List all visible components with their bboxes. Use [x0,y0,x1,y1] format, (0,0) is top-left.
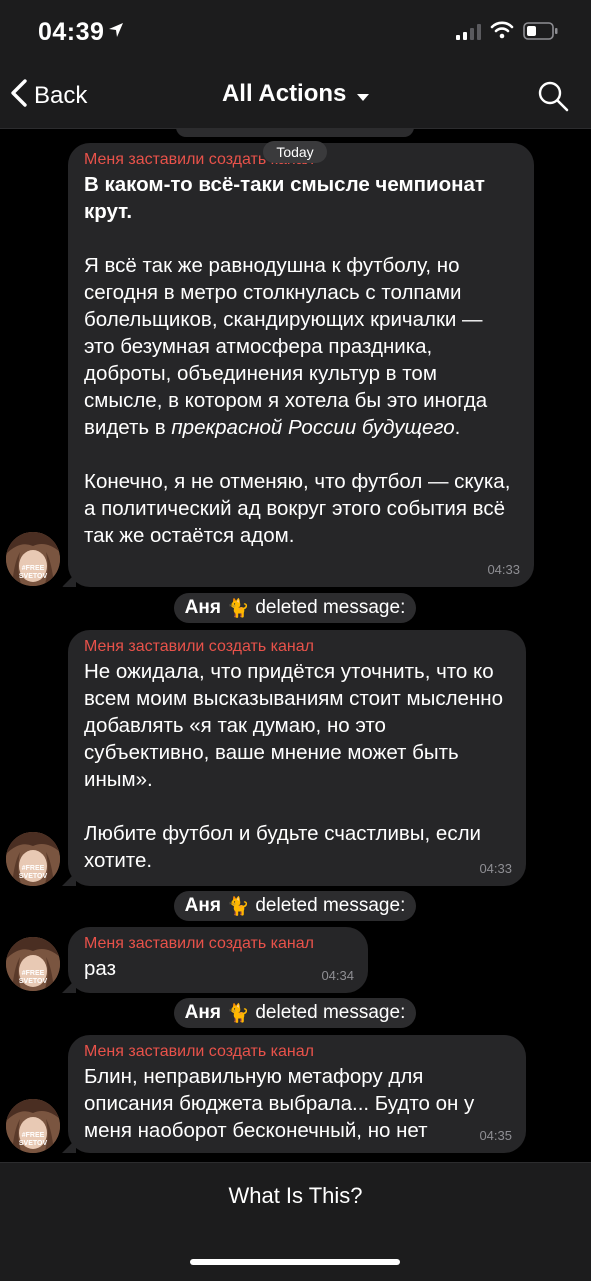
deleted-notice-text: deleted message: [255,1002,406,1023]
deleted-notice-user: Аня [184,597,221,618]
date-badge: Today [263,141,327,163]
home-indicator[interactable] [190,1259,400,1265]
cat-emoji: 🐈 [226,1002,250,1023]
message-italic-text: прекрасной России будущего [171,416,455,439]
nav-title-dropdown[interactable]: All Actions [0,80,591,109]
avatar[interactable]: #FREE SVETOV [6,937,60,991]
message-time: 04:33 [479,861,512,876]
message-bubble[interactable]: Меня заставили создать канал Не ожидала,… [68,630,526,886]
cellular-signal-icon [456,24,482,45]
svg-text:SVETOV: SVETOV [19,1140,48,1147]
battery-icon [523,21,559,46]
message-bold-text: В каком-то всё-таки смысле чемпионат кру… [84,173,491,223]
message-text-part: Я всё так же равнодушна к футболу, но се… [84,254,493,439]
page-title: All Actions [221,80,347,107]
message-bubble[interactable]: Меня заставили создать канал Блин, непра… [68,1035,526,1153]
message-sender: Меня заставили создать канал [84,935,314,952]
what-is-this-button[interactable]: What Is This? [0,1183,591,1209]
search-button[interactable] [537,80,569,117]
svg-text:#FREE: #FREE [22,1132,45,1139]
deleted-notice-partial [176,129,414,137]
svg-text:#FREE: #FREE [22,970,45,977]
navigation-bar: Back All Actions [0,64,591,129]
bottom-bar: What Is This? [0,1162,591,1281]
message-time: 04:33 [487,562,520,577]
message-time: 04:35 [479,1128,512,1143]
cat-emoji: 🐈 [226,597,250,618]
deleted-notice: Аня 🐈 deleted message: [174,891,416,921]
deleted-notice-user: Аня [184,895,221,916]
message-text: В каком-то всё-таки смысле чемпионат кру… [84,171,518,549]
message-text: Блин, неправильную метафору для описания… [84,1065,480,1142]
svg-text:SVETOV: SVETOV [19,873,48,880]
chat-log[interactable]: Меня заставили создать канал В каком-то … [0,129,591,1161]
avatar[interactable]: #FREE SVETOV [6,532,60,586]
message-sender: Меня заставили создать канал [84,638,314,655]
svg-text:#FREE: #FREE [22,565,45,572]
message-bubble[interactable]: Меня заставили создать канал раз 04:34 [68,927,368,993]
message-time: 04:34 [321,968,354,983]
wifi-icon [490,21,514,44]
avatar[interactable]: #FREE SVETOV [6,832,60,886]
search-icon [537,81,569,116]
svg-text:SVETOV: SVETOV [19,978,48,985]
message-sender: Меня заставили создать канал [84,1043,314,1060]
message-text: раз [84,957,116,980]
status-bar: 04:39 [0,0,591,64]
deleted-notice-user: Аня [184,1002,221,1023]
status-time: 04:39 [38,18,105,46]
avatar[interactable]: #FREE SVETOV [6,1099,60,1153]
deleted-notice-text: deleted message: [255,597,406,618]
cat-emoji: 🐈 [226,895,250,916]
svg-text:#FREE: #FREE [22,865,45,872]
location-arrow-icon [108,22,124,43]
message-text: Не ожидала, что придётся уточнить, что к… [84,660,503,872]
deleted-notice-text: deleted message: [255,895,406,916]
caret-down-icon [357,81,370,109]
svg-text:SVETOV: SVETOV [19,573,48,580]
message-bubble[interactable]: Меня заставили создать канал В каком-то … [68,143,534,587]
deleted-notice: Аня 🐈 deleted message: [174,998,416,1028]
deleted-notice: Аня 🐈 deleted message: [174,593,416,623]
